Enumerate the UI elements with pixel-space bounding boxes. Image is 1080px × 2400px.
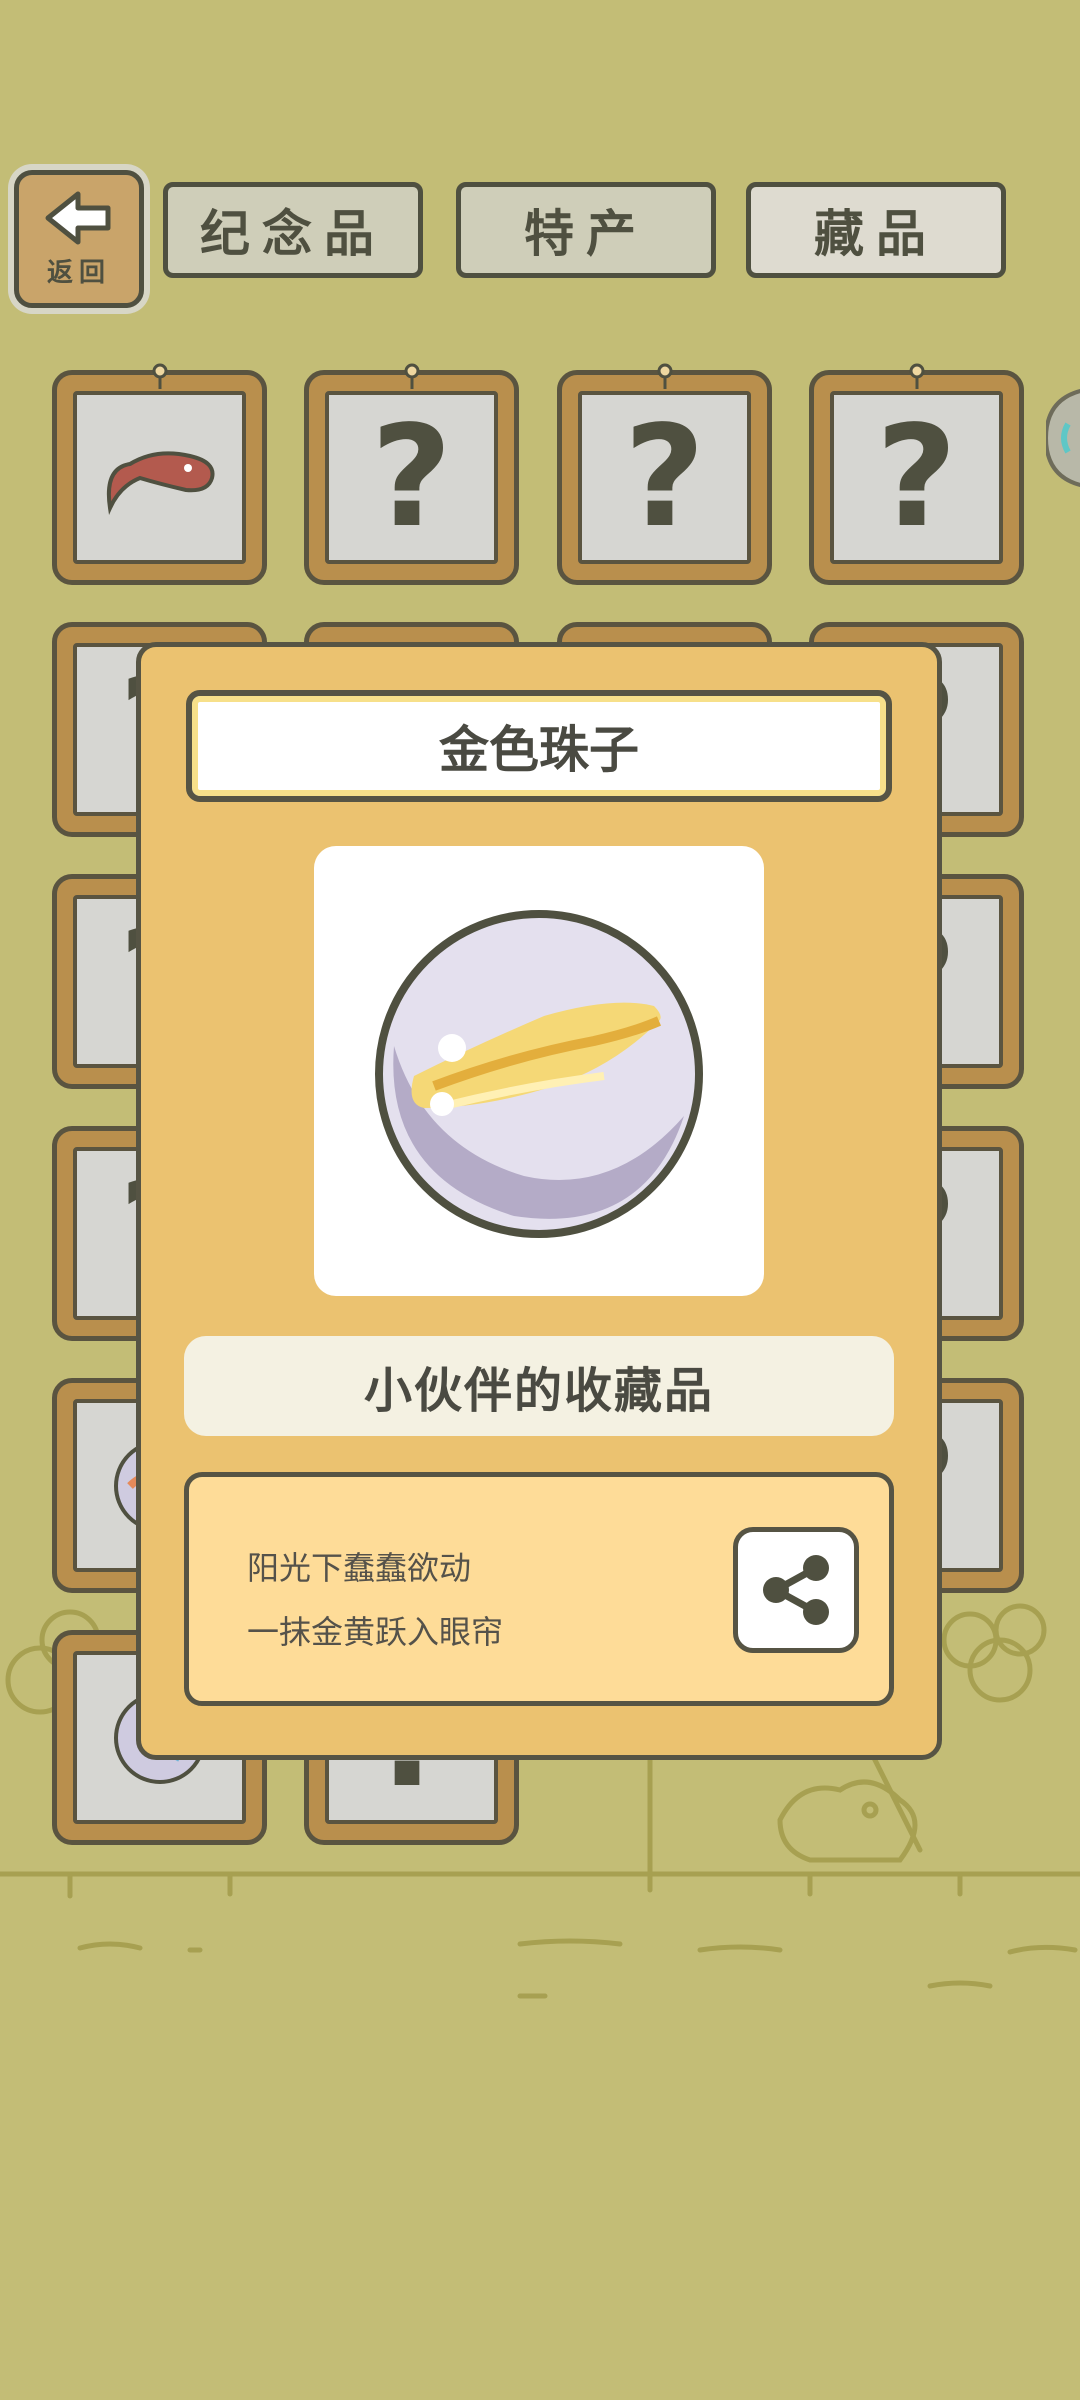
item-description-panel: 阳光下蠢蠢欲动 一抹金黄跃入眼帘	[184, 1472, 894, 1706]
golden-marble-icon	[375, 910, 703, 1238]
hanging-hook-icon	[404, 363, 419, 389]
red-fish-icon	[106, 450, 215, 515]
tab-collections[interactable]: 藏品	[746, 182, 1006, 278]
unknown-item-tile[interactable]: ?	[557, 363, 772, 585]
unknown-item-tile[interactable]: ?	[809, 363, 1024, 585]
description-line-1: 阳光下蠢蠢欲动	[247, 1549, 472, 1587]
tab-souvenirs[interactable]: 纪念品	[163, 182, 423, 278]
item-title: 金色珠子	[186, 690, 892, 802]
back-button[interactable]: 返回	[14, 170, 144, 308]
item-image-frame	[314, 846, 764, 1296]
question-mark-icon: ?	[370, 395, 453, 559]
hanging-hook-icon	[152, 363, 167, 389]
back-button-label: 返回	[46, 257, 111, 288]
tab-specialties[interactable]: 特产	[456, 182, 716, 278]
item-category: 小伙伴的收藏品	[184, 1336, 894, 1436]
question-mark-icon: ?	[875, 395, 958, 559]
share-button[interactable]	[733, 1527, 859, 1653]
collection-item-tile[interactable]	[52, 363, 267, 585]
question-mark-icon: ?	[623, 395, 706, 559]
side-badge-icon	[1046, 389, 1080, 487]
hanging-hook-icon	[657, 363, 672, 389]
share-icon	[763, 1555, 829, 1625]
description-line-2: 一抹金黄跃入眼帘	[247, 1613, 504, 1651]
hanging-hook-icon	[909, 363, 924, 389]
unknown-item-tile[interactable]: ?	[304, 363, 519, 585]
left-arrow-icon	[45, 191, 111, 244]
